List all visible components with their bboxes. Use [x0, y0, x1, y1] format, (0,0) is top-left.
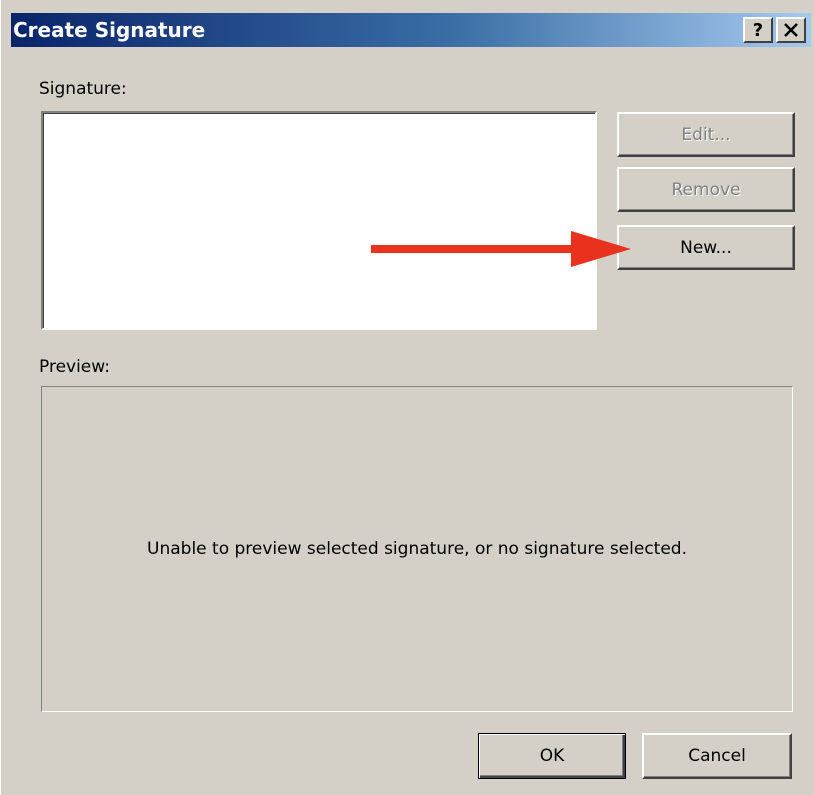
remove-button[interactable]: Remove: [617, 167, 795, 212]
title-bar[interactable]: Create Signature ?: [11, 13, 811, 47]
ok-button[interactable]: OK: [478, 733, 626, 779]
help-button[interactable]: ?: [743, 17, 773, 43]
edit-button[interactable]: Edit...: [617, 112, 795, 157]
preview-label: Preview:: [39, 357, 110, 377]
signature-label: Signature:: [39, 79, 127, 99]
preview-message: Unable to preview selected signature, or…: [147, 539, 687, 559]
new-button[interactable]: New...: [617, 225, 795, 270]
close-icon: [784, 23, 798, 37]
red-arrow-annotation: [371, 231, 631, 267]
create-signature-dialog: Create Signature ? Signature: Edit... Re…: [0, 0, 814, 795]
cancel-button[interactable]: Cancel: [642, 733, 792, 779]
signature-list[interactable]: [41, 111, 597, 330]
close-button[interactable]: [776, 17, 806, 43]
preview-pane: Unable to preview selected signature, or…: [41, 386, 793, 712]
window-title: Create Signature: [13, 18, 206, 42]
